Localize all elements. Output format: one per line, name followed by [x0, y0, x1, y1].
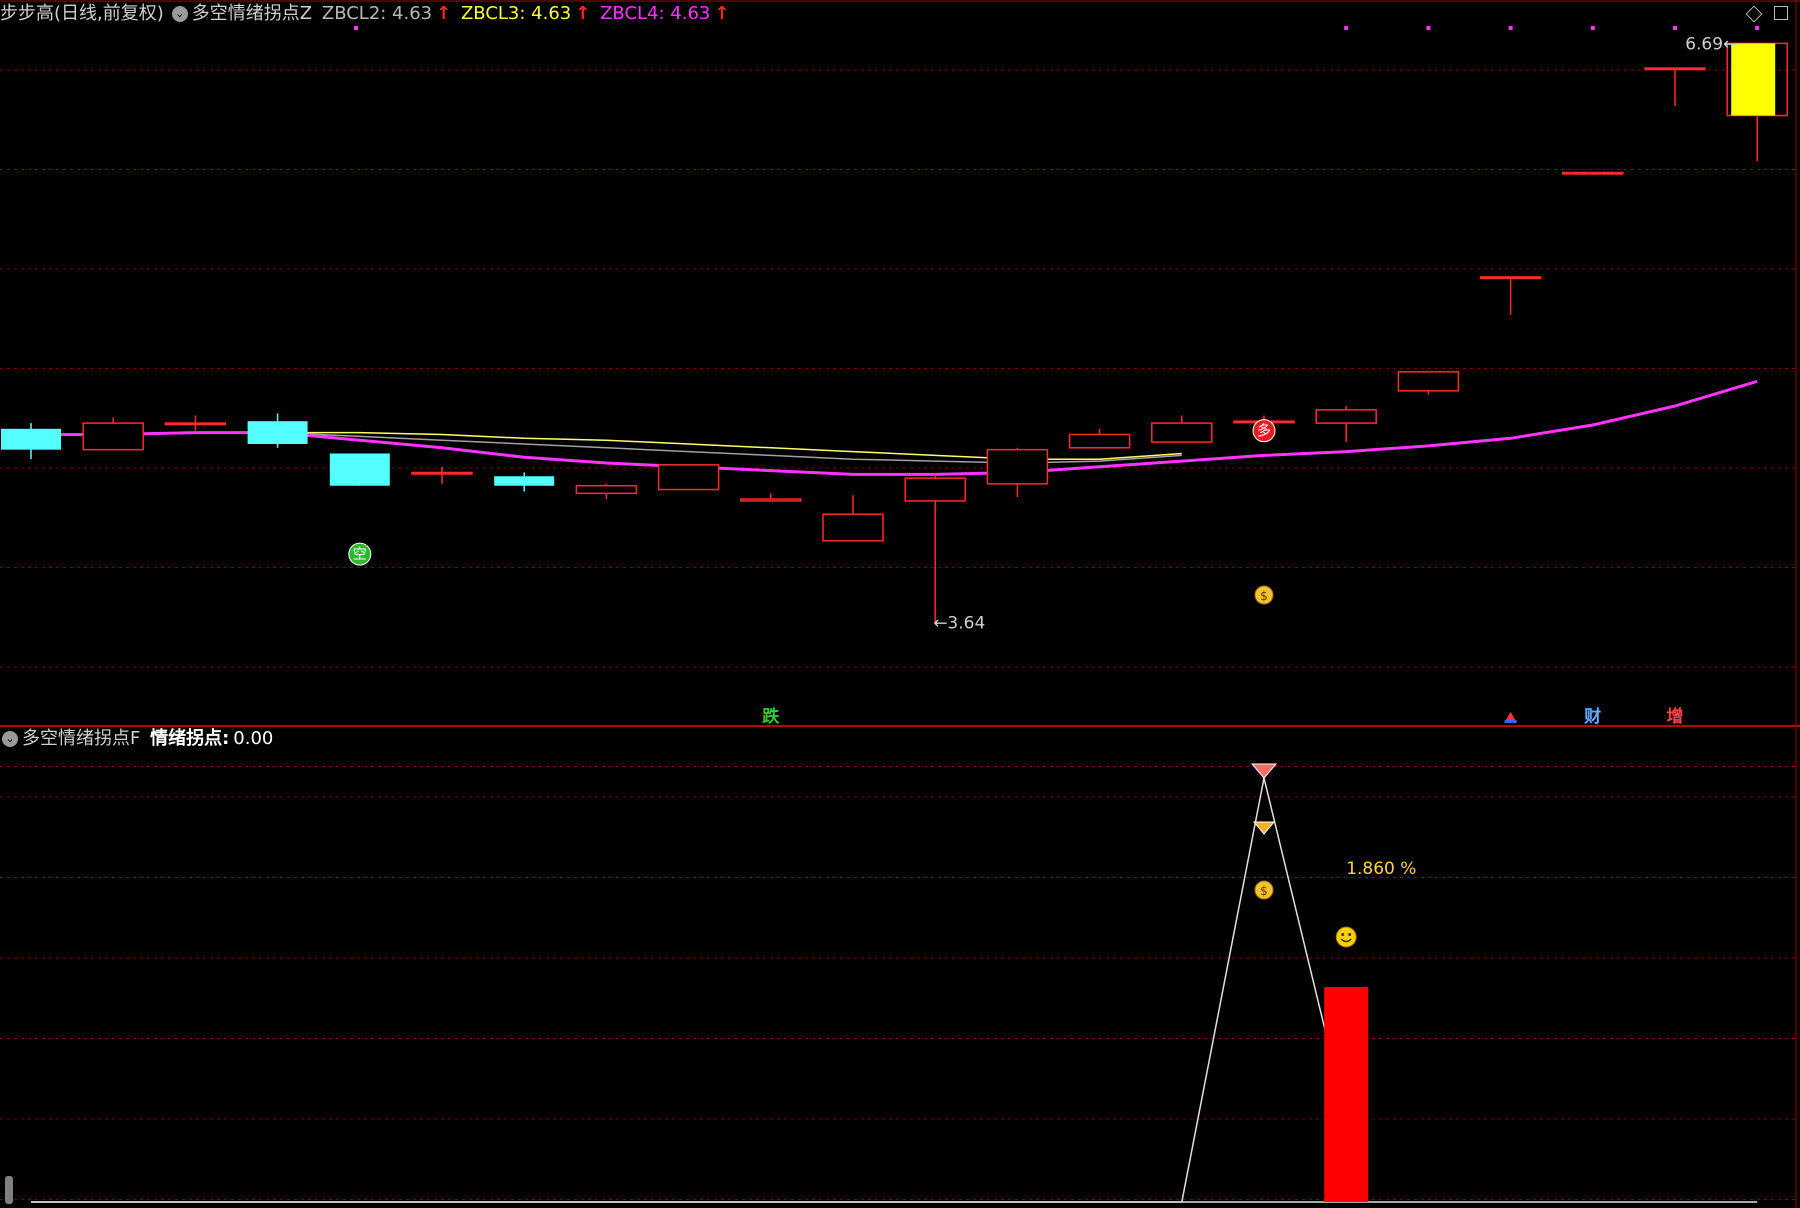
stock-title[interactable]: 步步高(日线,前复权) — [0, 3, 164, 24]
indicator-settings-icon[interactable]: ⌄ — [171, 6, 188, 22]
money-bag-icon: $ — [1254, 880, 1274, 900]
candle-body — [657, 464, 720, 491]
bottom-marker: 跌 — [762, 707, 780, 727]
candle — [247, 413, 308, 448]
top-dot — [1673, 26, 1677, 30]
indicator-name[interactable]: 多空情绪拐点Z — [192, 3, 312, 24]
top-dot — [1590, 26, 1595, 30]
candle-body — [822, 513, 884, 542]
candle — [822, 495, 884, 542]
candle — [1151, 415, 1213, 443]
candle-body — [1068, 433, 1131, 449]
candle-body — [1644, 67, 1706, 71]
candle — [1479, 276, 1542, 315]
candle-body — [1315, 409, 1377, 424]
stock-chart-canvas[interactable]: 6.69← ←3.64 空 多 $ 跌 财 增 1.860 % $ — [0, 0, 1800, 1208]
main-panel-header: 步步高(日线,前复权) ⌄ 多空情绪拐点Z ZBCL2: 4.63 ↑ ZBCL3: … — [0, 0, 733, 28]
candle-body — [1397, 371, 1460, 392]
money-bag-symbol: $ — [1260, 884, 1268, 898]
top-dot — [1755, 26, 1760, 30]
window-restore-icon[interactable] — [1774, 6, 1788, 20]
candle — [740, 493, 802, 502]
candle-body — [1, 428, 61, 450]
sub-indicator-value: 0.00 — [233, 728, 274, 749]
signal-text: 多 — [1257, 423, 1271, 440]
sub-indicator-name[interactable]: 多空情绪拐点F — [22, 728, 140, 749]
signal-badge: 空 — [348, 542, 372, 566]
orange-gem-icon — [1252, 821, 1276, 835]
candle — [657, 464, 720, 491]
percent-label: 1.860 % — [1346, 859, 1416, 879]
candle — [1562, 171, 1624, 175]
candle — [986, 447, 1049, 498]
scroll-handle — [5, 1176, 13, 1204]
candle-body-fill — [1731, 43, 1776, 116]
candle — [164, 415, 227, 431]
smiley-icon — [1335, 926, 1357, 948]
signal-bar — [1324, 987, 1369, 1202]
price-annotation: 6.69← — [1685, 34, 1737, 54]
red-gem-icon — [1250, 763, 1278, 779]
candle — [1, 423, 61, 460]
candle-body — [247, 421, 308, 444]
smiley-eye — [1348, 933, 1352, 936]
candle-body — [740, 498, 802, 502]
candle-body — [329, 453, 390, 486]
sub-panel-header: ⌄ 多空情绪拐点F 情绪拐点: 0.00 — [0, 725, 277, 753]
zbcl4-value: ZBCL4: 4.63 — [600, 3, 711, 24]
top-dot — [1508, 26, 1513, 30]
up-arrow-marker-base — [1504, 720, 1517, 723]
candle-body — [986, 448, 1049, 485]
up-arrow-icon: ↑ — [714, 3, 730, 24]
candle-body — [575, 484, 638, 495]
zbcl3-value: ZBCL3: 4.63 — [460, 3, 572, 24]
bottom-marker: 增 — [1667, 706, 1684, 727]
money-bag-icon: $ — [1254, 585, 1274, 605]
price-annotation: ←3.64 — [933, 613, 985, 633]
up-arrow-icon: ↑ — [436, 3, 452, 24]
zbcl2-value: ZBCL2: 4.63 — [321, 3, 433, 24]
candle-body — [1151, 422, 1213, 443]
indicator-settings-icon[interactable]: ⌄ — [2, 731, 18, 747]
up-arrow-icon: ↑ — [575, 3, 591, 24]
candle-body — [1562, 171, 1624, 175]
candle — [1068, 428, 1131, 449]
candle — [575, 483, 638, 500]
candle-body — [494, 476, 555, 486]
smiley-eye — [1341, 933, 1345, 936]
top-dot — [1344, 26, 1349, 30]
candle — [82, 417, 144, 451]
sentiment-line — [31, 777, 1347, 1203]
smiley-face — [1335, 926, 1357, 948]
top-dot — [1426, 26, 1431, 30]
candle-body — [82, 422, 144, 451]
candle — [411, 466, 473, 484]
candle — [494, 472, 555, 492]
candle — [1315, 406, 1377, 443]
candle — [904, 474, 966, 623]
money-bag-symbol: $ — [1260, 589, 1268, 603]
candle-body — [411, 471, 473, 475]
candle — [1726, 42, 1788, 162]
bottom-marker: 财 — [1583, 706, 1601, 727]
signal-badge: 多 — [1252, 419, 1276, 443]
signal-text: 空 — [353, 547, 367, 563]
candle — [1397, 371, 1460, 395]
candle-body — [1479, 276, 1542, 280]
candle-body — [164, 422, 227, 426]
candle-body — [904, 477, 966, 502]
candle — [1644, 67, 1706, 107]
sub-indicator-label: 情绪拐点: — [150, 728, 230, 749]
candle — [329, 453, 390, 486]
